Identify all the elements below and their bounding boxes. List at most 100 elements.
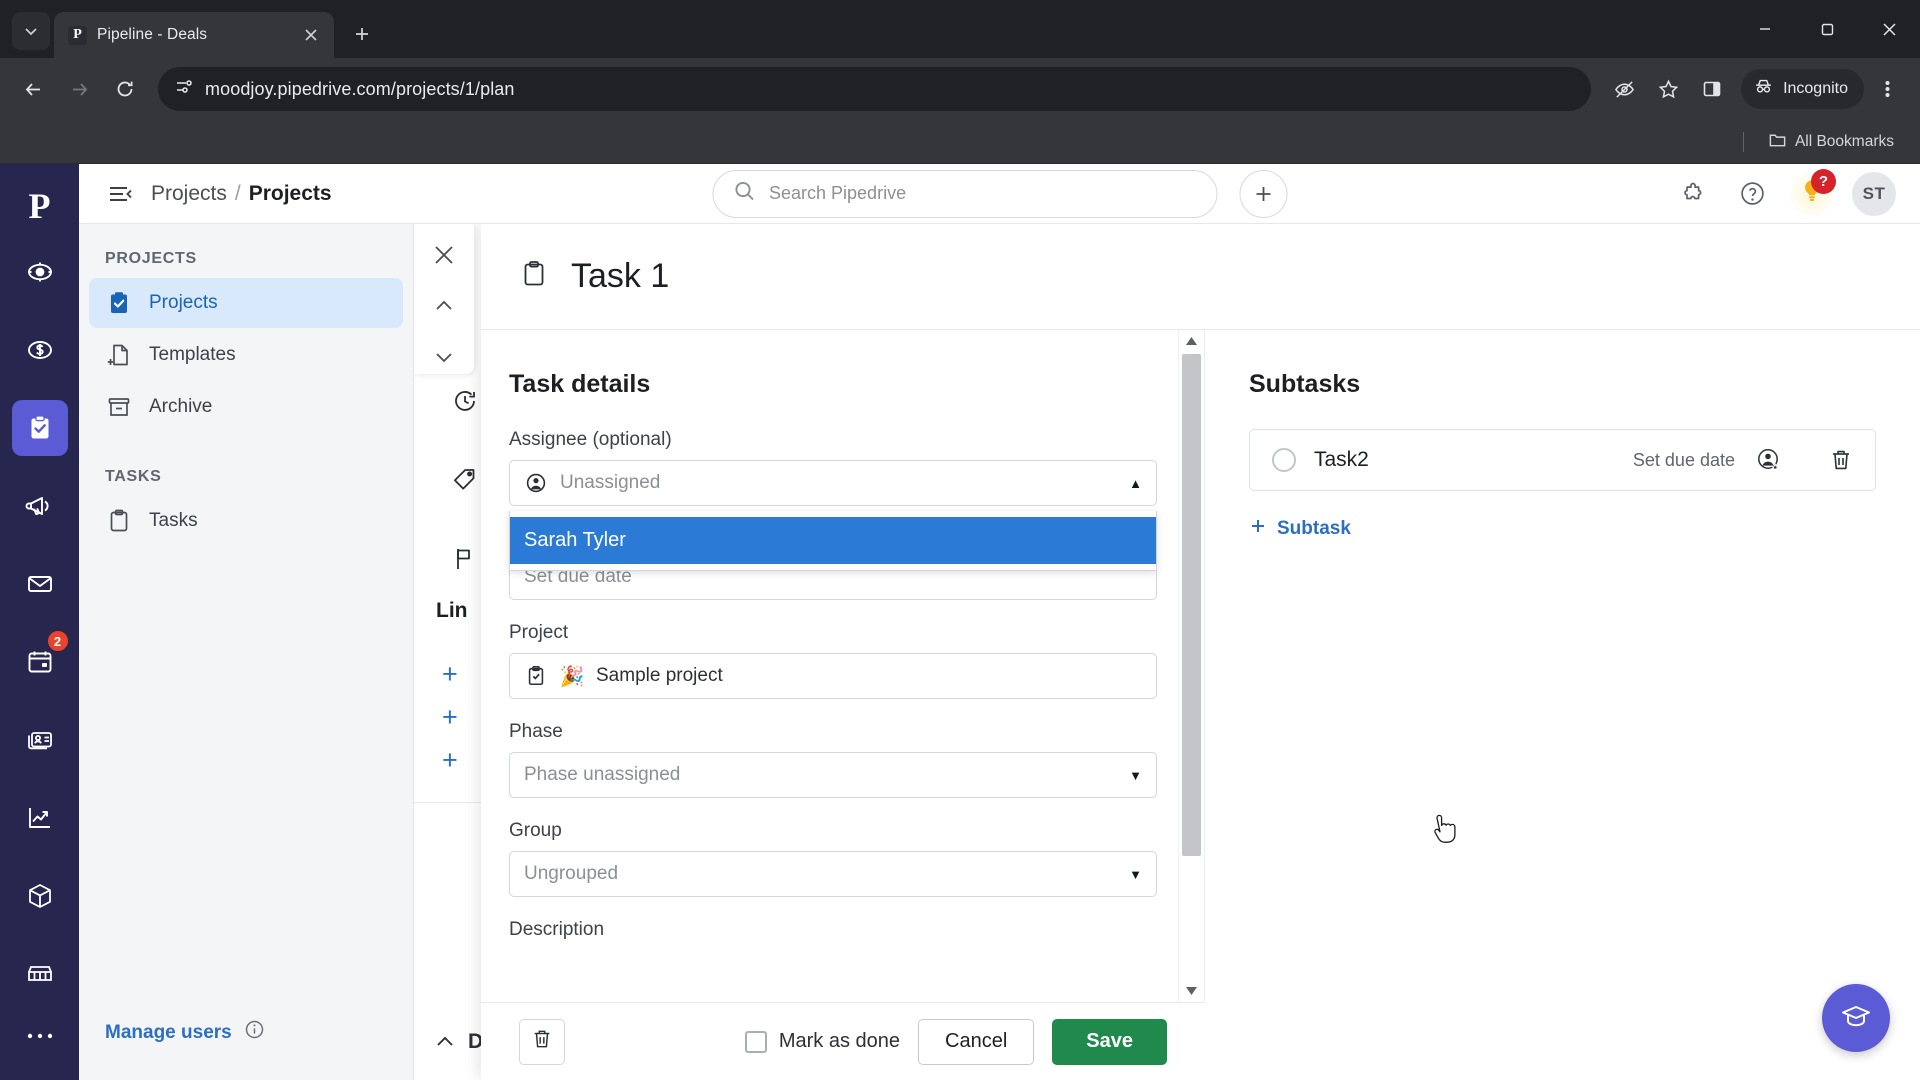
sidebar-item-tasks[interactable]: Tasks [89, 496, 403, 546]
incognito-badge[interactable]: Incognito [1741, 69, 1864, 109]
assignee-select[interactable]: Unassigned ▲ [509, 460, 1157, 506]
rail-item-contacts[interactable] [12, 712, 68, 768]
chevron-down-icon[interactable] [425, 341, 463, 374]
sidebar-item-projects[interactable]: Projects [89, 278, 403, 328]
help-icon[interactable] [1732, 174, 1772, 214]
star-icon[interactable] [1647, 68, 1689, 110]
clipboard-check-icon [105, 289, 133, 317]
close-icon[interactable] [300, 24, 322, 46]
incognito-icon [1753, 76, 1774, 102]
window-close-icon[interactable] [1858, 0, 1920, 58]
site-settings-icon[interactable] [174, 77, 193, 101]
chevron-down-icon[interactable]: ▼ [1129, 768, 1142, 783]
rail-item-leads[interactable] [12, 244, 68, 300]
topbar-actions: ? ST [1674, 168, 1896, 216]
sidebar-item-templates[interactable]: Templates [89, 330, 403, 380]
scrollbar-thumb[interactable] [1182, 354, 1201, 857]
pipedrive-app: P 2 Projects / Projects Search Pipedrive… [0, 164, 1920, 1080]
assignee-option-sarah-tyler[interactable]: Sarah Tyler [510, 517, 1156, 564]
all-bookmarks-button[interactable]: All Bookmarks [1760, 126, 1902, 158]
chevron-down-icon[interactable]: ▼ [1129, 867, 1142, 882]
tips-badge: ? [1811, 168, 1836, 194]
subtask-checkbox[interactable] [1272, 448, 1296, 472]
task-details-scrollbar[interactable] [1178, 330, 1204, 1002]
rail-item-marketplace[interactable] [12, 946, 68, 1002]
tab-title: Pipeline - Deals [97, 26, 208, 43]
pipedrive-logo-icon[interactable]: P [12, 178, 68, 234]
delete-task-button[interactable] [519, 1018, 565, 1065]
address-bar[interactable]: moodjoy.pipedrive.com/projects/1/plan [158, 67, 1592, 111]
mark-as-done-checkbox[interactable] [744, 1030, 767, 1053]
browser-window: P Pipeline - Deals moodjoy.pipedrive.com… [0, 0, 1920, 1080]
eye-off-icon[interactable] [1603, 68, 1645, 110]
phase-label: Phase [509, 721, 563, 742]
all-bookmarks-label: All Bookmarks [1794, 132, 1894, 150]
assignee-field: Assignee (optional) Unassigned ▲ Sarah T… [509, 429, 1178, 571]
tips-button[interactable]: ? [1790, 168, 1836, 216]
manage-users-link[interactable]: Manage users [79, 1019, 413, 1080]
toggle-sidebar-icon[interactable] [103, 177, 137, 211]
side-panel-icon[interactable] [1691, 68, 1733, 110]
phase-field: Phase Phase unassigned ▼ [509, 721, 1178, 798]
table-row[interactable]: Task2 Set due date [1249, 429, 1876, 491]
scroll-up-arrow[interactable] [1179, 330, 1204, 352]
mark-as-done-row[interactable]: Mark as done [744, 1030, 900, 1053]
add-subtask-button[interactable]: Subtask [1249, 517, 1876, 541]
new-tab-button[interactable] [344, 16, 380, 52]
clipboard-icon [519, 259, 549, 294]
page-title: Task 1 [571, 257, 670, 295]
academy-button[interactable] [1822, 984, 1890, 1052]
rail-item-projects[interactable] [11, 400, 68, 456]
sidebar-item-archive[interactable]: Archive [89, 382, 403, 432]
close-icon[interactable] [425, 238, 463, 271]
history-clock-icon[interactable] [452, 388, 478, 419]
project-input[interactable]: 🎉 Sample project [509, 653, 1157, 699]
background-add-link-2[interactable]: + [442, 702, 458, 733]
background-add-link-1[interactable]: + [442, 659, 458, 690]
rail-item-mail[interactable] [12, 556, 68, 612]
chevron-up-icon[interactable] [425, 289, 463, 322]
assign-person-icon[interactable] [1753, 444, 1785, 476]
tab-search-button[interactable] [12, 12, 50, 50]
back-arrow-icon[interactable] [12, 68, 54, 110]
subtask-due-date[interactable]: Set due date [1633, 450, 1735, 471]
reload-icon[interactable] [104, 68, 146, 110]
rail-item-products[interactable] [12, 868, 68, 924]
forward-arrow-icon[interactable] [58, 68, 100, 110]
background-collapse-section[interactable]: D [434, 1030, 483, 1054]
rail-item-deals[interactable] [12, 322, 68, 378]
save-button[interactable]: Save [1052, 1018, 1167, 1065]
scroll-down-arrow[interactable] [1179, 980, 1204, 1002]
group-select[interactable]: Ungrouped ▼ [509, 851, 1157, 897]
group-value: Ungrouped [524, 863, 619, 884]
puzzle-icon[interactable] [1674, 174, 1714, 214]
global-search-area: Search Pipedrive [712, 169, 1287, 218]
tag-icon[interactable] [452, 467, 478, 498]
maximize-icon[interactable] [1796, 0, 1858, 58]
chevron-up-icon[interactable]: ▲ [1129, 476, 1142, 491]
rail-item-activities[interactable]: 2 [12, 629, 70, 690]
phase-select[interactable]: Phase unassigned ▼ [509, 752, 1157, 798]
rail-item-campaigns[interactable] [12, 478, 68, 534]
background-add-link-3[interactable]: + [442, 745, 458, 776]
assignee-label: Assignee (optional) [509, 429, 672, 450]
person-circle-icon [524, 471, 548, 495]
scrollbar-track[interactable] [1179, 352, 1204, 980]
kebab-menu-icon[interactable] [1866, 68, 1908, 110]
description-label: Description [509, 919, 605, 940]
rail-item-insights[interactable] [12, 790, 68, 846]
browser-tab[interactable]: P Pipeline - Deals [54, 12, 334, 58]
trash-icon[interactable] [1825, 444, 1857, 476]
breadcrumb-parent[interactable]: Projects [151, 182, 227, 206]
minimize-icon[interactable] [1734, 0, 1796, 58]
cancel-button[interactable]: Cancel [918, 1018, 1035, 1065]
search-input[interactable]: Search Pipedrive [712, 169, 1217, 218]
app-main: Projects / Projects Search Pipedrive ? S… [79, 164, 1920, 1080]
info-circle-icon[interactable] [244, 1019, 265, 1046]
rail-more-icon[interactable] [26, 1028, 54, 1046]
avatar[interactable]: ST [1852, 171, 1896, 216]
add-button[interactable] [1239, 169, 1287, 218]
flag-icon[interactable] [452, 546, 478, 577]
clipboard-check-icon [524, 664, 548, 688]
